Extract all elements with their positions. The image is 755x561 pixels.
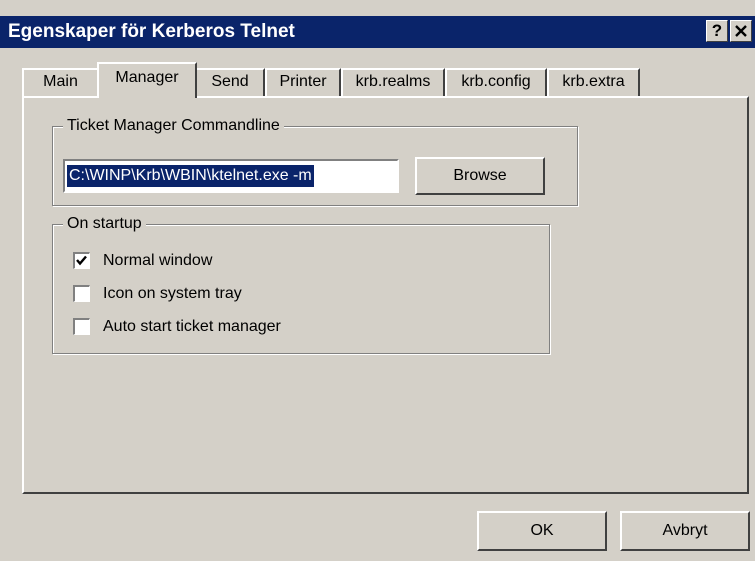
auto-start-checkbox[interactable]	[73, 318, 90, 335]
system-tray-label: Icon on system tray	[103, 285, 242, 302]
ok-button[interactable]: OK	[477, 511, 607, 551]
on-startup-group-label: On startup	[63, 214, 146, 234]
tab-main[interactable]: Main	[22, 68, 99, 96]
tab-krb-config[interactable]: krb.config	[445, 68, 547, 96]
browse-button[interactable]: Browse	[415, 157, 545, 195]
title-bar[interactable]: Egenskaper för Kerberos Telnet ?	[0, 16, 755, 48]
system-tray-checkbox[interactable]	[73, 285, 90, 302]
ticket-manager-group: Ticket Manager Commandline C:\WINP\Krb\W…	[52, 116, 578, 206]
tab-krb-extra[interactable]: krb.extra	[547, 68, 640, 96]
tab-panel-manager: Ticket Manager Commandline C:\WINP\Krb\W…	[22, 96, 749, 494]
normal-window-label: Normal window	[103, 252, 213, 269]
close-button[interactable]	[730, 20, 752, 42]
auto-start-label: Auto start ticket manager	[103, 318, 281, 335]
normal-window-checkbox[interactable]	[73, 252, 90, 269]
checkmark-icon	[76, 255, 87, 266]
window-title: Egenskaper för Kerberos Telnet	[8, 21, 295, 42]
ticket-manager-group-label: Ticket Manager Commandline	[63, 116, 284, 136]
tab-send[interactable]: Send	[195, 68, 265, 96]
properties-dialog: Egenskaper för Kerberos Telnet ? Main Ma…	[0, 0, 755, 561]
close-icon	[735, 25, 747, 37]
tab-manager[interactable]: Manager	[97, 62, 197, 98]
help-button[interactable]: ?	[706, 20, 728, 42]
commandline-value: C:\WINP\Krb\WBIN\ktelnet.exe -m	[67, 165, 314, 187]
cancel-button[interactable]: Avbryt	[620, 511, 750, 551]
tab-printer[interactable]: Printer	[265, 68, 341, 96]
on-startup-group: On startup Normal window Icon on system …	[52, 214, 550, 354]
tab-krb-realms[interactable]: krb.realms	[341, 68, 445, 96]
commandline-input[interactable]: C:\WINP\Krb\WBIN\ktelnet.exe -m	[63, 159, 399, 193]
